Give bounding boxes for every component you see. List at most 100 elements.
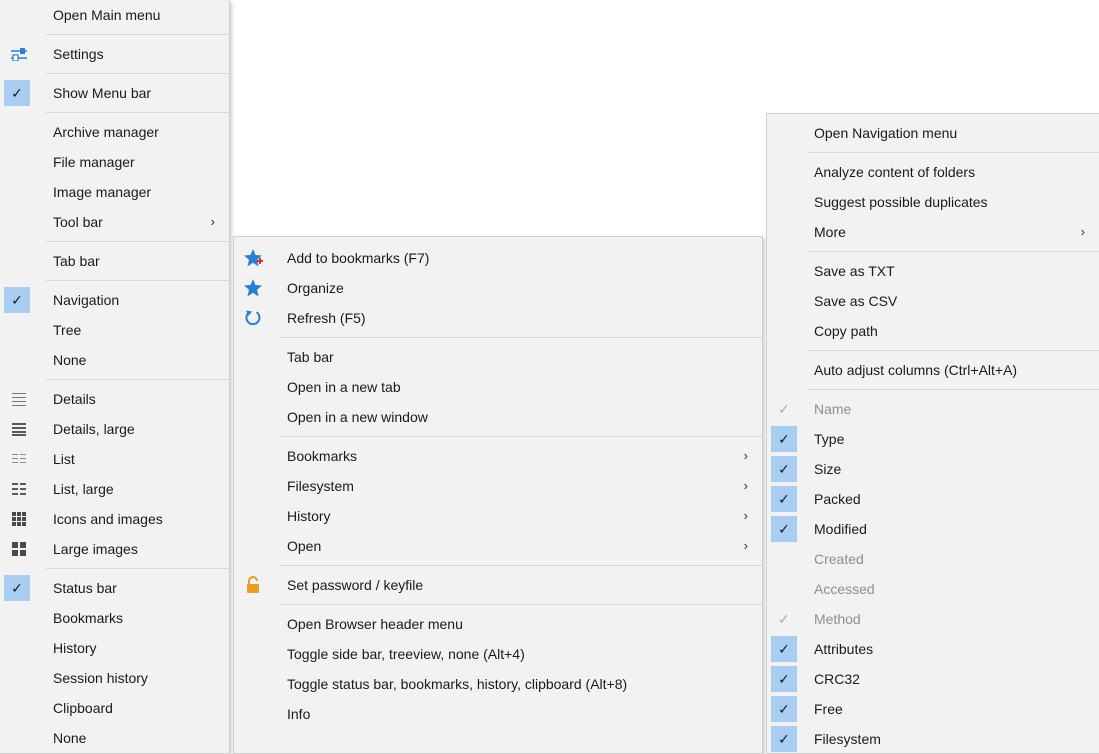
menu-item-image-manager[interactable]: Image manager [0, 177, 229, 207]
details-large-view-icon [8, 414, 30, 444]
menu-item-open-main-menu[interactable]: Open Main menu [0, 0, 229, 30]
menu-item-archive-manager[interactable]: Archive manager [0, 117, 229, 147]
checkmark-icon: ✓ [771, 426, 797, 452]
menu-item-filesystem[interactable]: Filesystem › [234, 471, 762, 501]
menu-item-set-password[interactable]: Set password / keyfile [234, 570, 762, 600]
menu-item-label: None [53, 730, 87, 746]
menu-item-list-large[interactable]: List, large [0, 474, 229, 504]
menu-item-none-2[interactable]: None [0, 723, 229, 753]
checkmark-icon: ✓ [771, 636, 797, 662]
menu-item-toggle-status-bar[interactable]: Toggle status bar, bookmarks, history, c… [234, 669, 762, 699]
menu-item-label: Details, large [53, 421, 135, 437]
submenu-arrow-icon: › [210, 214, 215, 229]
menu-item-info[interactable]: Info [234, 699, 762, 729]
menu-item-label: File manager [53, 154, 135, 170]
menu-item-label: Add to bookmarks (F7) [287, 250, 430, 266]
menu-item-label: Save as TXT [814, 263, 895, 279]
menu-item-label: Set password / keyfile [287, 577, 424, 593]
menu-item-label: Size [814, 461, 842, 477]
menu-item-column-crc32[interactable]: ✓ CRC32 [767, 664, 1099, 694]
menu-item-column-type[interactable]: ✓ Type [767, 424, 1099, 454]
menu-item-open-browser-header-menu[interactable]: Open Browser header menu [234, 609, 762, 639]
menu-item-open-in-new-tab[interactable]: Open in a new tab [234, 372, 762, 402]
menu-item-analyze-content[interactable]: Analyze content of folders [767, 157, 1099, 187]
menu-item-clipboard[interactable]: Clipboard [0, 693, 229, 723]
menu-item-column-filesystem[interactable]: ✓ Filesystem [767, 724, 1099, 754]
menu-item-column-name: ✓ Name [767, 394, 1099, 424]
main-menu: Open Main menu Settings ✓ Show Menu bar A… [0, 0, 230, 754]
menu-item-label: Refresh (F5) [287, 310, 366, 326]
menu-item-tool-bar[interactable]: Tool bar › [0, 207, 229, 237]
checkmark-icon: ✓ [771, 726, 797, 752]
menu-separator [46, 568, 229, 569]
menu-item-tab-bar[interactable]: Tab bar [0, 246, 229, 276]
menu-item-details-large[interactable]: Details, large [0, 414, 229, 444]
menu-item-column-modified[interactable]: ✓ Modified [767, 514, 1099, 544]
menu-item-list[interactable]: List [0, 444, 229, 474]
menu-item-toggle-side-bar[interactable]: Toggle side bar, treeview, none (Alt+4) [234, 639, 762, 669]
menu-item-open[interactable]: Open › [234, 531, 762, 561]
menu-item-settings[interactable]: Settings [0, 39, 229, 69]
menu-item-label: Open in a new tab [287, 379, 401, 395]
menu-item-label: Accessed [814, 581, 875, 597]
menu-item-tree[interactable]: Tree [0, 315, 229, 345]
menu-item-save-as-csv[interactable]: Save as CSV [767, 286, 1099, 316]
menu-item-refresh[interactable]: Refresh (F5) [234, 303, 762, 333]
menu-item-session-history[interactable]: Session history [0, 663, 229, 693]
checkmark-icon: ✓ [771, 666, 797, 692]
menu-item-column-attributes[interactable]: ✓ Attributes [767, 634, 1099, 664]
checkmark-icon: ✓ [778, 611, 790, 627]
menu-item-bookmarks[interactable]: Bookmarks [0, 603, 229, 633]
menu-item-status-bar[interactable]: ✓ Status bar [0, 573, 229, 603]
menu-item-label: Navigation [53, 292, 120, 308]
menu-item-show-menu-bar[interactable]: ✓ Show Menu bar [0, 78, 229, 108]
menu-item-none[interactable]: None [0, 345, 229, 375]
menu-item-bookmarks[interactable]: Bookmarks › [234, 441, 762, 471]
menu-item-label: Free [814, 701, 843, 717]
menu-item-column-packed[interactable]: ✓ Packed [767, 484, 1099, 514]
list-large-view-icon [8, 474, 30, 504]
menu-item-add-to-bookmarks[interactable]: Add to bookmarks (F7) [234, 243, 762, 273]
menu-item-label: Toggle status bar, bookmarks, history, c… [287, 676, 628, 692]
menu-item-auto-adjust-columns[interactable]: Auto adjust columns (Ctrl+Alt+A) [767, 355, 1099, 385]
menu-item-label: Tree [53, 322, 82, 338]
menu-item-column-size[interactable]: ✓ Size [767, 454, 1099, 484]
menu-item-open-in-new-window[interactable]: Open in a new window [234, 402, 762, 432]
menu-item-label: Filesystem [287, 478, 354, 494]
menu-item-label: Open Browser header menu [287, 616, 463, 632]
menu-item-label: Analyze content of folders [814, 164, 976, 180]
menu-item-open-navigation-menu[interactable]: Open Navigation menu [767, 118, 1099, 148]
menu-item-icons-and-images[interactable]: Icons and images [0, 504, 229, 534]
menu-item-column-free[interactable]: ✓ Free [767, 694, 1099, 724]
menu-item-copy-path[interactable]: Copy path [767, 316, 1099, 346]
menu-item-label: Open Navigation menu [814, 125, 958, 141]
menu-item-history[interactable]: History [0, 633, 229, 663]
menu-separator [46, 379, 229, 380]
submenu-arrow-icon: › [743, 538, 748, 553]
menu-item-details[interactable]: Details [0, 384, 229, 414]
checkmark-icon: ✓ [771, 516, 797, 542]
menu-item-label: Packed [814, 491, 861, 507]
menu-item-label: Toggle side bar, treeview, none (Alt+4) [287, 646, 525, 662]
organize-star-icon [242, 273, 264, 303]
menu-item-file-manager[interactable]: File manager [0, 147, 229, 177]
menu-separator [46, 73, 229, 74]
menu-separator [46, 280, 229, 281]
menu-item-label: Tab bar [287, 349, 334, 365]
menu-item-history[interactable]: History › [234, 501, 762, 531]
menu-item-label: Settings [53, 46, 104, 62]
menu-item-organize[interactable]: Organize [234, 273, 762, 303]
menu-item-save-as-txt[interactable]: Save as TXT [767, 256, 1099, 286]
menu-item-tab-bar[interactable]: Tab bar [234, 342, 762, 372]
menu-item-large-images[interactable]: Large images [0, 534, 229, 564]
menu-separator [280, 436, 762, 437]
menu-item-label: Show Menu bar [53, 85, 152, 101]
menu-item-navigation[interactable]: ✓ Navigation [0, 285, 229, 315]
navigation-menu: Open Navigation menu Analyze content of … [766, 113, 1099, 754]
menu-item-label: Bookmarks [53, 610, 124, 626]
menu-item-label: Icons and images [53, 511, 163, 527]
menu-item-more[interactable]: More › [767, 217, 1099, 247]
menu-item-column-created: Created [767, 544, 1099, 574]
menu-item-suggest-duplicates[interactable]: Suggest possible duplicates [767, 187, 1099, 217]
menu-item-label: List [53, 451, 75, 467]
